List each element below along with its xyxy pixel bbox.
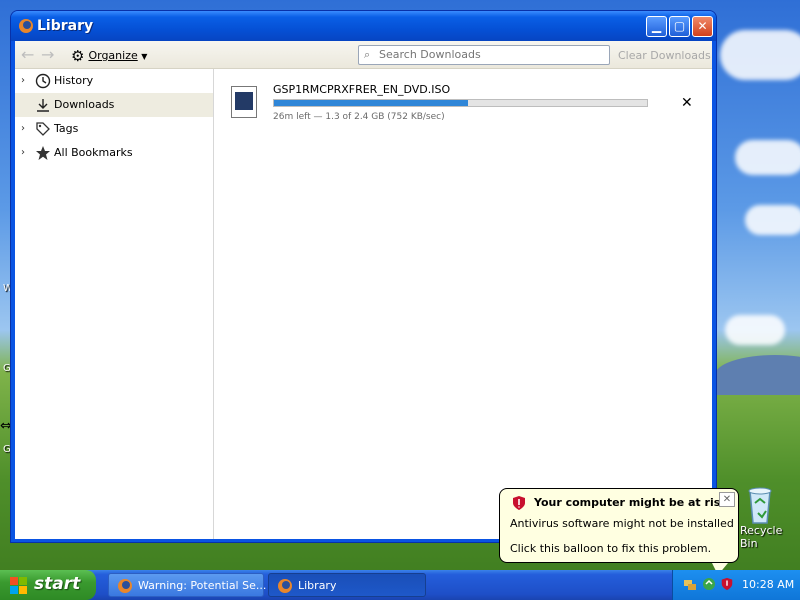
- firefox-icon: [117, 578, 133, 594]
- window-titlebar[interactable]: Library ▁ ▢ ✕: [11, 11, 716, 41]
- search-icon: ⌕: [364, 48, 371, 61]
- security-shield-icon: [511, 495, 527, 511]
- sidebar-item-label: All Bookmarks: [54, 146, 133, 159]
- library-sidebar: › History Downloads › Tags › All Bookmar…: [15, 69, 214, 539]
- download-progress-fill: [274, 100, 468, 106]
- download-icon: [35, 97, 51, 113]
- sidebar-item-downloads[interactable]: Downloads: [15, 93, 213, 117]
- taskbar-item-label: Library: [298, 579, 337, 592]
- balloon-title: Your computer might be at risk: [534, 496, 728, 509]
- expand-arrow-icon[interactable]: ›: [21, 141, 25, 165]
- window-title: Library: [37, 18, 94, 34]
- clock-icon: [35, 73, 51, 89]
- library-window: Library ▁ ▢ ✕ ← → ⚙Organize ▼ ⌕ Clear Do…: [10, 10, 717, 543]
- windows-flag-icon: [10, 577, 27, 594]
- taskbar-item-library[interactable]: Library: [268, 573, 426, 597]
- clear-downloads-button[interactable]: Clear Downloads: [618, 49, 711, 62]
- download-item[interactable]: GSP1RMCPRXFRER_EN_DVD.ISO 26m left — 1.3…: [215, 69, 712, 129]
- desktop-cloud: [725, 315, 785, 345]
- chevron-down-icon: ▼: [141, 52, 148, 61]
- system-tray: 10:28 AM: [672, 570, 800, 600]
- gear-icon: ⚙: [71, 47, 85, 65]
- close-window-button[interactable]: ✕: [692, 16, 713, 37]
- desktop-cloud: [745, 205, 800, 235]
- star-icon: [35, 145, 51, 161]
- sidebar-item-tags[interactable]: › Tags: [15, 117, 213, 141]
- download-filename: GSP1RMCPRXFRER_EN_DVD.ISO: [273, 83, 451, 96]
- forward-button[interactable]: →: [41, 47, 54, 63]
- start-label: start: [34, 574, 81, 594]
- balloon-instruction: Click this balloon to fix this problem.: [510, 542, 712, 555]
- download-progress-bar: [273, 99, 648, 107]
- sidebar-item-all-bookmarks[interactable]: › All Bookmarks: [15, 141, 213, 165]
- desktop-cloud: [720, 30, 800, 80]
- taskbar-item-label: Warning: Potential Se...: [138, 579, 267, 592]
- security-alert-balloon[interactable]: Your computer might be at risk ✕ Antivir…: [499, 488, 739, 575]
- network-icon[interactable]: [683, 577, 697, 591]
- cancel-download-button[interactable]: ✕: [681, 95, 693, 111]
- firefox-icon: [277, 578, 293, 594]
- taskbar-item-warning[interactable]: Warning: Potential Se...: [108, 573, 267, 597]
- security-shield-icon[interactable]: [720, 577, 734, 591]
- downloads-list: GSP1RMCPRXFRER_EN_DVD.ISO 26m left — 1.3…: [215, 69, 712, 539]
- taskbar-clock[interactable]: 10:28 AM: [742, 578, 794, 591]
- recycle-bin-icon[interactable]: [738, 485, 782, 525]
- download-status: 26m left — 1.3 of 2.4 GB (752 KB/sec): [273, 112, 445, 122]
- search-input[interactable]: [379, 48, 604, 61]
- balloon-close-button[interactable]: ✕: [719, 492, 735, 507]
- sidebar-item-label: Downloads: [54, 98, 115, 111]
- desktop-cloud: [735, 140, 800, 175]
- expand-arrow-icon[interactable]: ›: [21, 69, 25, 93]
- library-toolbar: ← → ⚙Organize ▼ ⌕ Clear Downloads: [15, 41, 712, 69]
- recycle-bin-label[interactable]: Recycle Bin: [740, 524, 800, 550]
- balloon-message: Antivirus software might not be installe…: [510, 517, 734, 530]
- sidebar-item-label: Tags: [54, 122, 79, 135]
- maximize-button[interactable]: ▢: [669, 16, 690, 37]
- minimize-button[interactable]: ▁: [646, 16, 667, 37]
- tag-icon: [35, 121, 51, 137]
- back-button[interactable]: ←: [21, 47, 34, 63]
- organize-menu-button[interactable]: ⚙ Organize ▼: [71, 47, 147, 65]
- start-button[interactable]: start: [0, 570, 96, 600]
- taskbar: start Warning: Potential Se... Library 1…: [0, 570, 800, 600]
- desktop-hill: [715, 355, 800, 395]
- organize-label: Organize: [88, 49, 138, 62]
- firefox-icon: [18, 18, 34, 34]
- update-icon[interactable]: [702, 577, 716, 591]
- search-downloads-box[interactable]: ⌕: [358, 45, 610, 65]
- window-client-area: ← → ⚙Organize ▼ ⌕ Clear Downloads › Hist…: [15, 41, 712, 539]
- expand-arrow-icon[interactable]: ›: [21, 117, 25, 141]
- sidebar-item-label: History: [54, 74, 94, 87]
- iso-file-icon: [231, 86, 257, 118]
- sidebar-item-history[interactable]: › History: [15, 69, 213, 93]
